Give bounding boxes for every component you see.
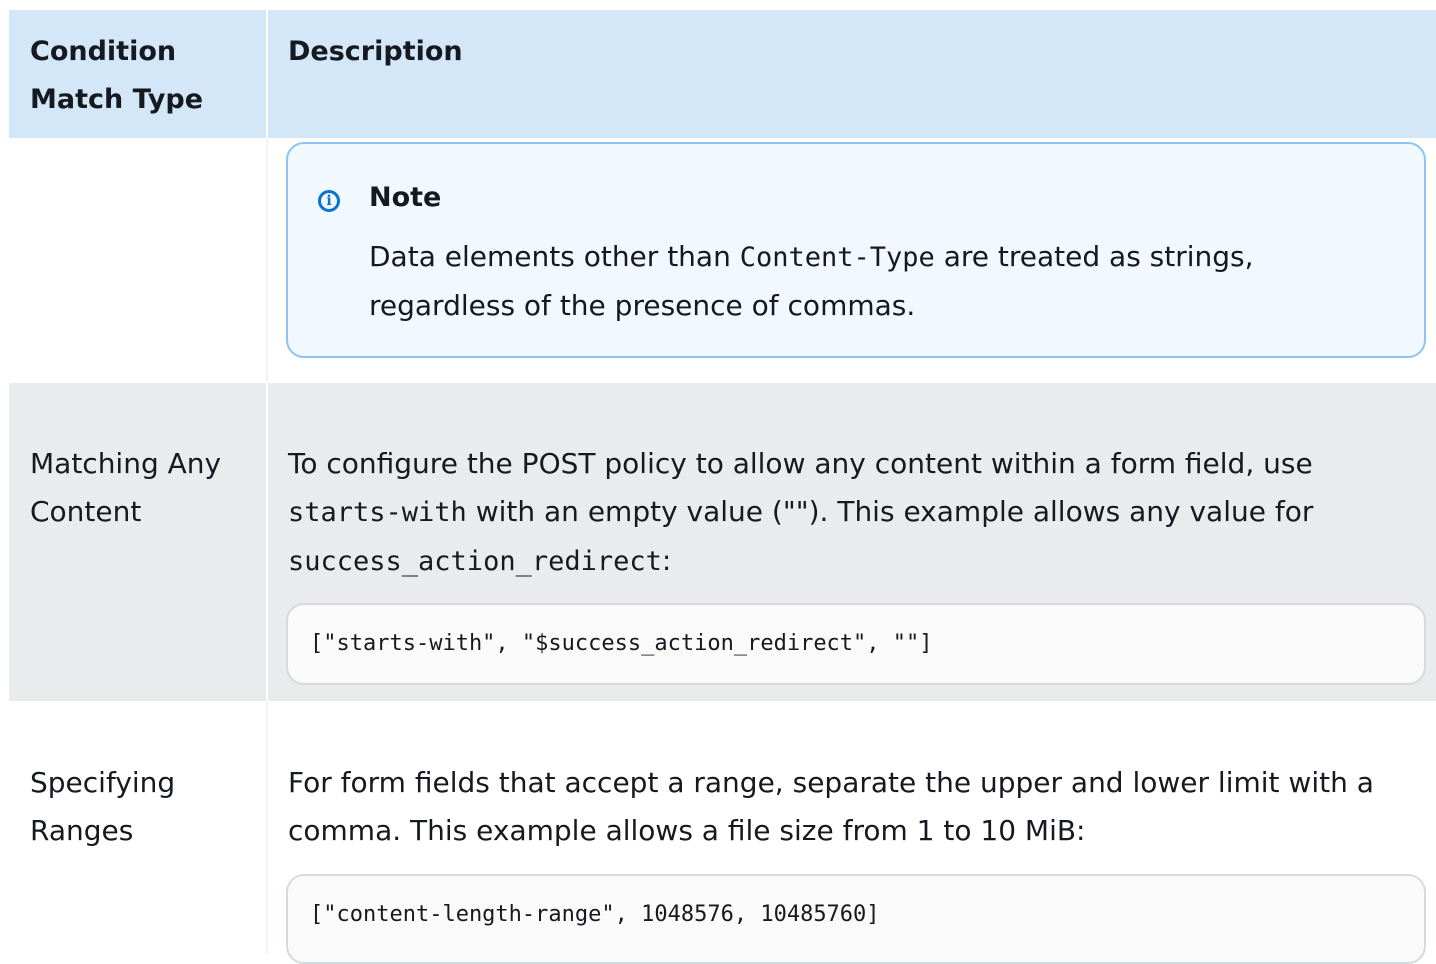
note-text: Data elements other than Content-Type ar… (369, 233, 1399, 330)
header-condition-match-type: Condition Match Type (30, 36, 204, 115)
header-divider (266, 10, 268, 138)
row-label: Specifying Ranges (30, 766, 176, 847)
inline-code: success_action_redirect (288, 546, 662, 577)
desc-text: with an empty value (""). This example a… (466, 495, 1314, 528)
condition-match-table: Condition Match Type Description i Note … (9, 10, 1436, 964)
code-block[interactable]: ["starts-with", "$success_action_redirec… (286, 603, 1426, 685)
info-icon: i (318, 190, 340, 212)
table-row: i Note Data elements other than Content-… (9, 138, 1436, 383)
note-text-before: Data elements other than (369, 240, 740, 273)
column-divider (266, 138, 268, 383)
note-inline-code: Content-Type (739, 242, 935, 273)
table-row: Matching Any Content To configure the PO… (9, 383, 1436, 701)
code-block[interactable]: ["content-length-range", 1048576, 104857… (286, 874, 1426, 964)
header-description: Description (288, 36, 463, 67)
column-divider (266, 701, 268, 954)
inline-code: starts-with (288, 497, 467, 528)
table-row: Specifying Ranges For form fields that a… (9, 701, 1436, 964)
row-label: Matching Any Content (30, 447, 222, 528)
desc-text: : (661, 544, 672, 577)
table-header: Condition Match Type Description (9, 10, 1436, 138)
row-description: To configure the POST policy to allow an… (288, 440, 1423, 586)
note-callout: i Note Data elements other than Content-… (286, 142, 1426, 358)
note-title: Note (369, 182, 442, 213)
row-description: For form fields that accept a range, sep… (288, 766, 1374, 847)
desc-text: To configure the POST policy to allow an… (288, 447, 1313, 480)
column-divider (266, 383, 268, 701)
